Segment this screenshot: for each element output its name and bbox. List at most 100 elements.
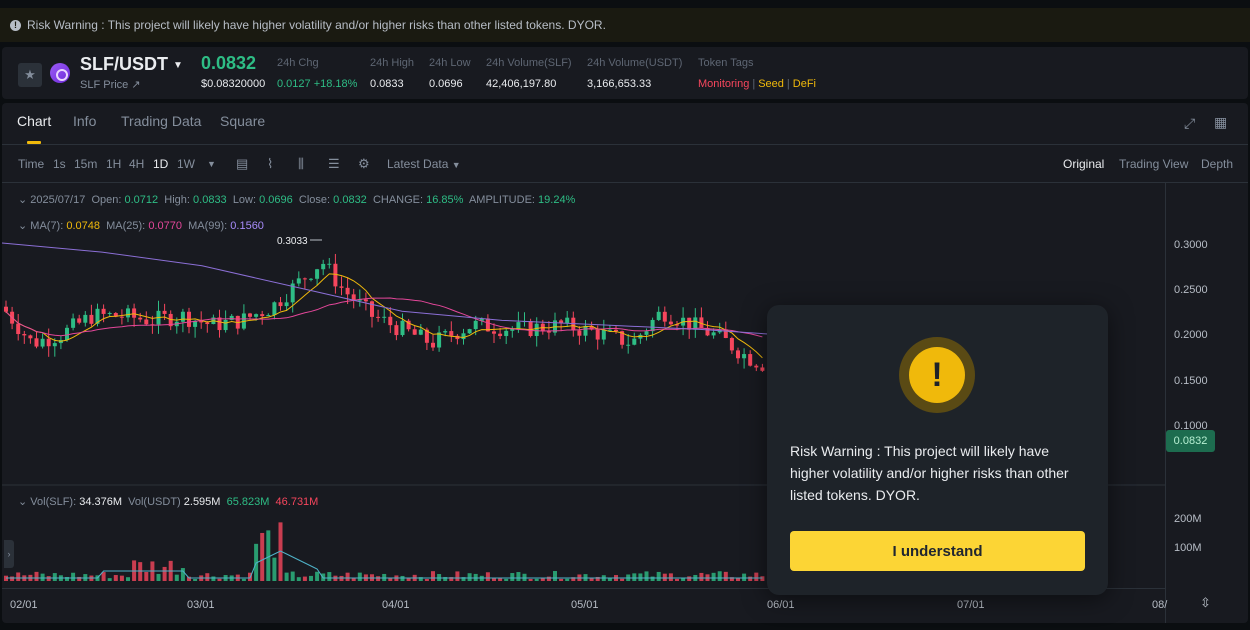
token-tags: Token Tags Monitoring | Seed | DeFi	[698, 57, 817, 90]
volume-bar	[742, 573, 747, 581]
date-tick: 06/01	[767, 599, 795, 611]
candle-body	[162, 310, 167, 314]
volume-bar	[424, 578, 429, 581]
volume-bar	[16, 572, 21, 581]
candle-body	[662, 311, 667, 322]
candle-body	[492, 331, 496, 334]
stat-24h-low: 24h Low 0.0696	[429, 57, 471, 90]
volume-bar	[241, 578, 246, 581]
tab-info[interactable]: Info	[73, 113, 96, 129]
candle-body	[223, 319, 228, 331]
interval-4h[interactable]: 4H	[129, 157, 144, 171]
axis-settings-icon[interactable]: ⇳	[1200, 595, 1211, 611]
volume-bar	[485, 572, 490, 581]
price-tick: 0.1500	[1174, 375, 1208, 387]
tab-chart[interactable]: Chart	[17, 113, 51, 129]
volume-bar	[309, 575, 313, 581]
volume-bar	[754, 572, 759, 581]
layout-grid-icon[interactable]: ▦	[1214, 114, 1227, 131]
stat-value: 42,406,197.80	[486, 78, 557, 90]
stat-value: 0.0696	[429, 78, 463, 90]
high-value: 0.0833	[193, 194, 227, 206]
latest-data-dropdown[interactable]: Latest Data ▼	[387, 157, 461, 171]
interval-1s[interactable]: 1s	[53, 157, 66, 171]
slf-price-link[interactable]: SLF Price ↗	[80, 78, 141, 91]
candle-type-icon[interactable]: ⫼	[298, 156, 304, 172]
ohlc-date: 2025/07/17	[30, 194, 86, 206]
candle-body	[248, 313, 252, 317]
stat-value: 0.0127 +18.18%	[277, 78, 358, 90]
candle-body	[34, 338, 39, 347]
chevron-down-icon[interactable]: ⌄	[18, 496, 27, 508]
interval-1d[interactable]: 1D	[153, 157, 168, 171]
chevron-down-icon[interactable]: ▼	[207, 159, 216, 169]
expand-sidebar-button[interactable]: ›	[4, 540, 14, 568]
ticker-header: ★ SLF/USDT ▼ SLF Price ↗ 0.0832 $0.08320…	[2, 47, 1248, 99]
vol-usdt-value: 2.595M	[183, 496, 221, 508]
candle-body	[632, 338, 637, 345]
candle-body	[516, 322, 521, 329]
candle-body	[278, 302, 283, 307]
high-label: High:	[164, 194, 190, 206]
banner-text: Risk Warning : This project will likely …	[27, 18, 606, 32]
ma7-label: MA(7):	[30, 220, 64, 232]
candle-body	[687, 317, 692, 330]
volume-bar	[101, 572, 106, 581]
stat-label: 24h Volume(SLF)	[486, 57, 572, 69]
volume-bar	[357, 572, 362, 581]
chart-tabs: Chart Info Trading Data Square ⤢ ▦	[2, 103, 1248, 145]
view-depth[interactable]: Depth	[1201, 157, 1233, 171]
candle-body	[467, 329, 472, 334]
favorite-star-button[interactable]: ★	[18, 63, 42, 87]
volume-bar	[211, 576, 216, 581]
last-price-tag: 0.0832	[1166, 430, 1215, 452]
view-trading-view[interactable]: Trading View	[1119, 157, 1188, 171]
gear-icon[interactable]: ⚙	[358, 156, 370, 172]
volume-bar	[205, 573, 210, 581]
pair-name[interactable]: SLF/USDT	[80, 54, 168, 75]
candle-body	[729, 338, 734, 351]
tag-seed[interactable]: Seed	[758, 78, 784, 90]
candle-body	[607, 329, 612, 331]
volume-bar	[162, 566, 167, 581]
interval-time[interactable]: Time	[18, 157, 44, 171]
chevron-down-icon[interactable]: ⌄	[18, 194, 27, 206]
candle-body	[132, 308, 137, 318]
candle-body	[376, 316, 381, 318]
vol-ma2-value: 46.731M	[275, 496, 319, 508]
candle-body	[711, 332, 716, 336]
chevron-down-icon[interactable]: ⌄	[18, 220, 27, 232]
volume-bar	[534, 578, 539, 581]
price-tick: 0.2500	[1174, 284, 1208, 296]
volume-bar	[675, 578, 679, 581]
candle-body	[565, 317, 570, 324]
volume-bar	[650, 576, 655, 581]
tag-defi[interactable]: DeFi	[793, 78, 816, 90]
interval-1h[interactable]: 1H	[106, 157, 121, 171]
star-icon: ★	[24, 67, 36, 82]
volume-bar	[284, 572, 289, 581]
i-understand-button[interactable]: I understand	[790, 531, 1085, 571]
price-axis[interactable]: 0.3000 0.2500 0.2000 0.1500 0.1000 200M …	[1165, 183, 1248, 623]
calendar-icon[interactable]: ▤	[236, 156, 248, 172]
tab-trading-data[interactable]: Trading Data	[121, 113, 201, 129]
interval-15m[interactable]: 15m	[74, 157, 97, 171]
ma-readout: ⌄ MA(7): 0.0748 MA(25): 0.0770 MA(99): 0…	[18, 219, 264, 232]
volume-bar	[382, 573, 387, 581]
volume-bar	[559, 578, 564, 581]
chevron-down-icon[interactable]: ▼	[173, 60, 183, 71]
volume-tick: 100M	[1174, 542, 1202, 554]
indicator-icon[interactable]: ⌇	[267, 156, 273, 172]
interval-1w[interactable]: 1W	[177, 157, 195, 171]
candle-body	[534, 323, 539, 337]
tab-square[interactable]: Square	[220, 113, 265, 129]
fullscreen-icon[interactable]: ⤢	[1184, 115, 1195, 132]
tag-monitoring[interactable]: Monitoring	[698, 78, 749, 90]
candle-body	[138, 317, 143, 320]
latest-data-label: Latest Data	[387, 157, 449, 171]
candle-body	[333, 263, 338, 287]
draw-tools-icon[interactable]: ☰	[328, 156, 340, 172]
stat-value: 3,166,653.33	[587, 78, 652, 90]
view-original[interactable]: Original	[1063, 157, 1104, 171]
candle-body	[461, 333, 466, 340]
